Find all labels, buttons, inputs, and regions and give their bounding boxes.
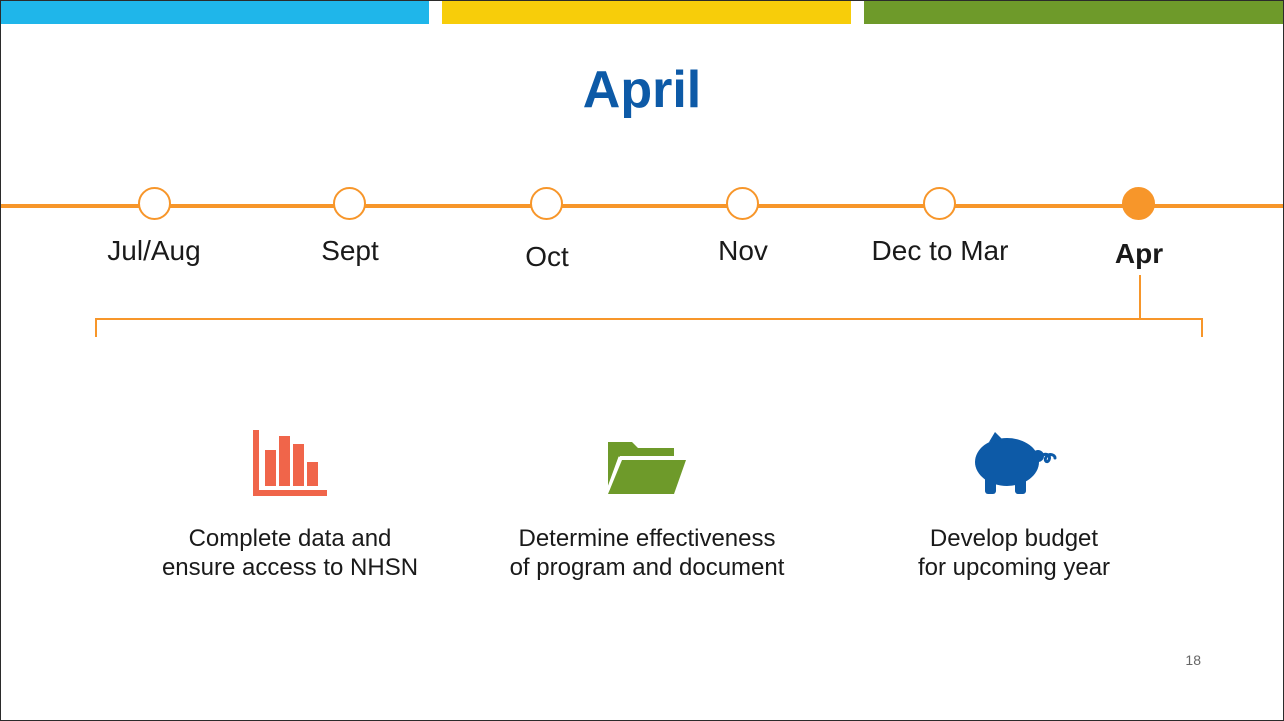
month-label-dec-mar: Dec to Mar (871, 235, 1009, 266)
slide-title: April (582, 61, 702, 119)
bracket-span (95, 318, 1203, 337)
piggy-bank-icon (849, 426, 1179, 496)
timeline-node-apr (1122, 187, 1155, 220)
timeline-node-oct (530, 187, 563, 220)
task-develop-budget: Develop budget for upcoming year (849, 426, 1179, 582)
header-band-green (864, 1, 1283, 24)
slide: April Jul/Aug Sept Oct Nov Dec to Mar Ap… (0, 0, 1284, 721)
folder-icon (482, 426, 812, 496)
month-label-sept: Sept (321, 235, 379, 266)
task-1-line-1: Complete data and (188, 525, 392, 552)
bar-chart-icon (125, 426, 455, 496)
timeline-node-nov (726, 187, 759, 220)
month-label-jul-aug: Jul/Aug (107, 235, 201, 266)
timeline-node-sept (333, 187, 366, 220)
timeline-line (1, 204, 1283, 208)
task-2-line-1: Determine effectiveness (518, 525, 776, 552)
timeline-node-dec-mar (923, 187, 956, 220)
month-label-apr: Apr (1114, 238, 1164, 269)
bracket-stem (1139, 275, 1141, 319)
task-3-line-1: Develop budget (929, 525, 1099, 552)
timeline-node-jul-aug (138, 187, 171, 220)
header-band-yellow (442, 1, 851, 24)
task-3-line-2: for upcoming year (917, 554, 1111, 581)
task-determine-effectiveness: Determine effectiveness of program and d… (482, 426, 812, 582)
month-label-oct: Oct (525, 241, 569, 272)
task-2-line-2: of program and document (509, 554, 785, 581)
task-1-line-2: ensure access to NHSN (161, 554, 419, 581)
page-number: 18 (1185, 652, 1201, 668)
header-band-blue (1, 1, 429, 24)
month-label-nov: Nov (718, 235, 768, 266)
task-complete-data: Complete data and ensure access to NHSN (125, 426, 455, 582)
